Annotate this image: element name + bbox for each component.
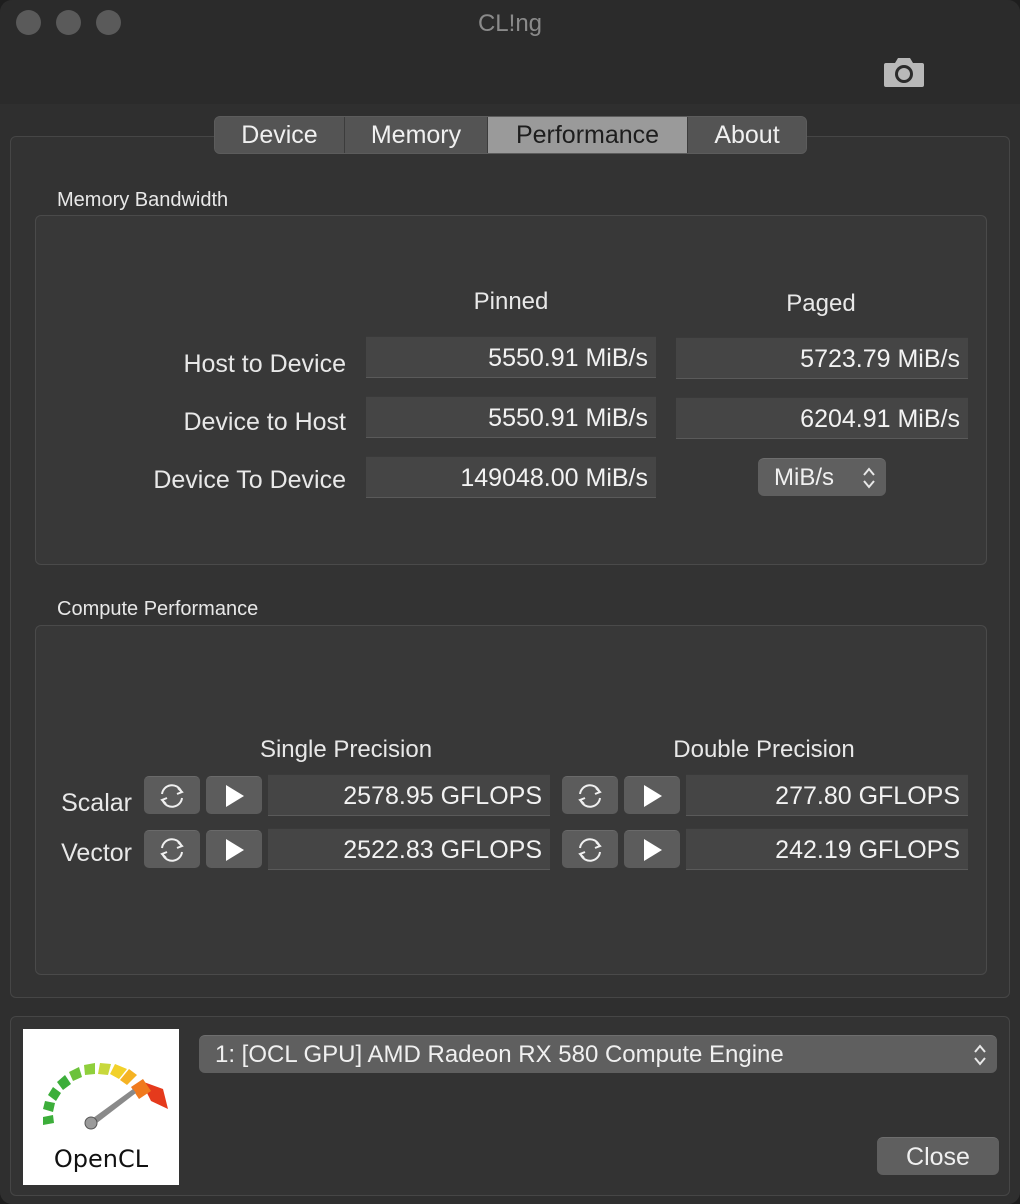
opencl-logo-text: OpenCL [53,1145,149,1173]
memory-bandwidth-label: Memory Bandwidth [57,189,229,211]
double-precision-header: Double Precision [673,736,855,763]
tab-about[interactable]: About [688,117,806,153]
app-window: CL!ng Device Memory Performance About Me… [0,0,1020,1204]
chevron-updown-icon [863,467,875,489]
host-to-device-paged-field: 5723.79 MiB/s [676,337,968,379]
scalar-double-reset-button[interactable] [562,776,618,814]
title-bar: CL!ng [0,0,1020,104]
device-to-device-label: Device To Device [153,466,346,494]
window-title: CL!ng [477,10,543,37]
device-bar: OpenCL 1: [OCL GPU] AMD Radeon RX 580 Co… [10,1016,1010,1196]
scalar-double-run-button[interactable] [624,776,680,814]
tab-memory[interactable]: Memory [345,117,488,153]
performance-pane: Memory Bandwidth Pinned Paged Host to De… [10,136,1010,998]
tab-device[interactable]: Device [215,117,345,153]
host-to-device-pinned-field: 5550.91 MiB/s [366,336,656,378]
single-precision-header: Single Precision [259,736,433,763]
unit-select-value: MiB/s [774,464,834,491]
memory-bandwidth-group: Pinned Paged Host to Device 5550.91 MiB/… [35,215,987,565]
scalar-double-field: 277.80 GFLOPS [686,774,968,816]
host-to-device-label: Host to Device [183,350,346,378]
refresh-icon [160,837,184,862]
camera-icon[interactable] [882,55,926,89]
device-to-device-pinned-field: 149048.00 MiB/s [366,456,656,498]
opencl-logo: OpenCL [23,1029,179,1185]
device-to-host-label: Device to Host [183,408,346,436]
vector-row-label: Vector [61,839,132,867]
compute-performance-label: Compute Performance [57,598,259,620]
chevron-updown-icon [974,1044,986,1066]
device-to-host-paged-field: 6204.91 MiB/s [676,397,968,439]
scalar-row-label: Scalar [61,789,132,817]
device-to-host-pinned-field: 5550.91 MiB/s [366,396,656,438]
refresh-icon [578,783,602,808]
vector-single-run-button[interactable] [206,830,262,868]
play-icon [226,784,244,807]
gauge-icon [43,1063,168,1130]
vector-double-run-button[interactable] [624,830,680,868]
scalar-single-reset-button[interactable] [144,776,200,814]
play-icon [644,838,662,861]
content-area: Device Memory Performance About Memory B… [0,104,1020,1204]
vector-double-reset-button[interactable] [562,830,618,868]
compute-performance-group: Single Precision Double Precision Scalar… [35,625,987,975]
vector-double-field: 242.19 GFLOPS [686,828,968,870]
pinned-column-header: Pinned [473,288,549,315]
tab-bar: Device Memory Performance About [214,116,807,154]
scalar-single-field: 2578.95 GFLOPS [268,774,550,816]
unit-select[interactable]: MiB/s [758,458,886,496]
tab-performance[interactable]: Performance [488,117,688,153]
paged-column-header: Paged [786,290,856,317]
play-icon [644,784,662,807]
vector-single-reset-button[interactable] [144,830,200,868]
vector-single-field: 2522.83 GFLOPS [268,828,550,870]
play-icon [226,838,244,861]
refresh-icon [160,783,184,808]
scalar-single-run-button[interactable] [206,776,262,814]
close-button[interactable]: Close [877,1137,999,1175]
device-select[interactable]: 1: [OCL GPU] AMD Radeon RX 580 Compute E… [199,1035,997,1073]
refresh-icon [578,837,602,862]
device-select-value: 1: [OCL GPU] AMD Radeon RX 580 Compute E… [215,1041,784,1068]
